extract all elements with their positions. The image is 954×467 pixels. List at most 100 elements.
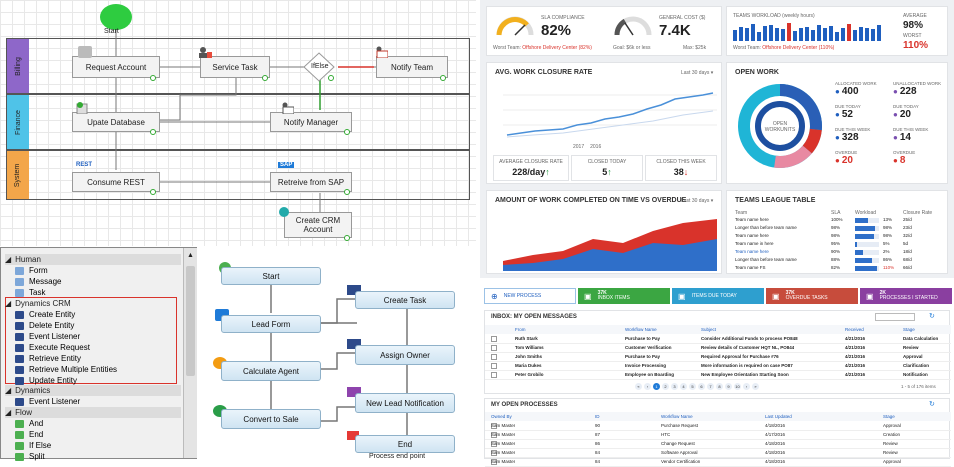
node-consume-rest[interactable]: Consume REST (72, 172, 160, 192)
port-dot[interactable] (344, 129, 350, 135)
inbox-search-input[interactable] (875, 313, 915, 321)
group-flow[interactable]: ◢ Flow (5, 407, 181, 418)
summary-tile[interactable]: ▣ ITEMS DUE TODAY (672, 288, 764, 304)
toolbox-item[interactable]: Retrieve Multiple Entities (15, 364, 117, 375)
closure-range-dropdown[interactable]: Last 30 days ▾ (681, 70, 713, 76)
toolbox-item[interactable]: Create Entity (15, 309, 75, 320)
pager-button[interactable]: 5 (689, 383, 696, 390)
column-header[interactable]: Stage (883, 414, 895, 419)
column-header[interactable]: Workflow Name (625, 327, 657, 332)
node-update-database[interactable]: Upate Database (72, 112, 160, 132)
league-row[interactable]: Longer than before team name 98% 98% 23/d (727, 225, 949, 233)
pager-button[interactable]: 9 (725, 383, 732, 390)
pager-button[interactable]: 2 (662, 383, 669, 390)
league-row[interactable]: Team name FS 82% 110% 66/d (727, 265, 949, 273)
column-header[interactable]: ID (595, 414, 600, 419)
league-row[interactable]: Team name here 90% 2% 18/d (727, 249, 949, 257)
column-header[interactable]: Stage (903, 327, 915, 332)
port-dot[interactable] (328, 75, 334, 81)
flow-new-lead[interactable]: New Lead Notification (355, 393, 455, 413)
workload-meter (855, 250, 879, 255)
start-circle[interactable] (100, 4, 132, 30)
flow-end[interactable]: End (355, 435, 455, 453)
pager-button[interactable]: 10 (734, 383, 741, 390)
refresh-icon[interactable]: ↻ (929, 312, 935, 320)
pager-button[interactable]: « (635, 383, 642, 390)
table-cell: 84 (595, 459, 601, 464)
column-header[interactable]: Last Updated (765, 414, 792, 419)
toolbox-scrollbar[interactable]: ▲ (183, 248, 197, 458)
node-service-task[interactable]: Service Task (200, 56, 270, 78)
flow-start[interactable]: Start (221, 267, 321, 285)
column-header[interactable]: From (515, 327, 526, 332)
summary-tile[interactable]: ▣ 2K PROCESSES I STARTED (860, 288, 952, 304)
toolbox-item[interactable]: Form (15, 265, 48, 276)
pager-button[interactable]: 6 (698, 383, 705, 390)
scrollbar-thumb[interactable] (186, 266, 195, 376)
column-header[interactable]: Owned By (491, 414, 512, 419)
open-work-item-value: ● 8 (893, 155, 906, 166)
port-dot[interactable] (344, 235, 350, 241)
node-create-crm[interactable]: Create CRM Account (284, 212, 352, 238)
row-checkbox[interactable] (491, 335, 497, 342)
row-checkbox[interactable] (491, 353, 497, 360)
node-retreive-sap[interactable]: Retreive from SAP (270, 172, 352, 192)
node-request-account[interactable]: Request Account (72, 56, 160, 78)
node-notify-manager[interactable]: Notify Manager (270, 112, 352, 132)
toolbox-item[interactable]: If Else (15, 440, 51, 451)
toolbox-item[interactable]: Event Listener (15, 396, 80, 407)
toolbox-item[interactable]: Retrieve Entity (15, 353, 81, 364)
toolbox-item[interactable]: End (15, 429, 43, 440)
league-row[interactable]: Team name in here 95% 5% 5d (727, 241, 949, 249)
workload-meter-fill (855, 242, 858, 247)
port-dot[interactable] (150, 75, 156, 81)
group-dynamics[interactable]: ◢ Dynamics (5, 385, 181, 396)
toolbox-item[interactable]: Message (15, 276, 61, 287)
pager-button[interactable]: 3 (671, 383, 678, 390)
toolbox-item[interactable]: Split (15, 451, 45, 462)
flow-convert-sale[interactable]: Convert to Sale (221, 409, 321, 429)
summary-tile[interactable]: ▣ 37K OVERDUE TASKS (766, 288, 858, 304)
workload-bar (871, 29, 875, 41)
toolbox-item[interactable]: And (15, 418, 43, 429)
pager-button[interactable]: 7 (707, 383, 714, 390)
column-header[interactable]: Workflow Name (661, 414, 693, 419)
table-row[interactable]: Peter Grobilo Employee on Boarding New Emp… (485, 370, 951, 380)
row-checkbox[interactable] (491, 371, 497, 378)
refresh-icon[interactable]: ↻ (929, 400, 935, 408)
overdue-range-dropdown[interactable]: Last 30 days ▾ (681, 198, 713, 204)
league-row[interactable]: Team name here 100% 13% 25/d (727, 217, 949, 225)
pager-button[interactable]: ‹ (644, 383, 651, 390)
port-dot[interactable] (262, 75, 268, 81)
flow-lead-form[interactable]: Lead Form (221, 315, 321, 333)
league-rate: 23/d (903, 225, 912, 230)
pager-button[interactable]: 8 (716, 383, 723, 390)
column-header[interactable]: Received (845, 327, 864, 332)
row-checkbox[interactable] (491, 344, 497, 351)
pager-button[interactable]: › (743, 383, 750, 390)
pager-button[interactable]: 1 (653, 383, 660, 390)
scroll-up-icon[interactable]: ▲ (187, 252, 194, 259)
port-dot[interactable] (150, 189, 156, 195)
pager-button[interactable]: 4 (680, 383, 687, 390)
table-cell: Customer Verification (625, 345, 672, 350)
summary-tile[interactable]: ▣ 37K INBOX ITEMS (578, 288, 670, 304)
group-dynamics-crm[interactable]: ◢ Dynamics CRM (5, 298, 181, 309)
toolbox-item[interactable]: Event Listener (15, 331, 80, 342)
flow-calculate-agent[interactable]: Calculate Agent (221, 361, 321, 381)
row-checkbox[interactable] (491, 362, 497, 369)
new-process-button[interactable]: ⊕ NEW PROCESS (484, 288, 576, 304)
league-row[interactable]: Team name here 98% 98% 32/d (727, 233, 949, 241)
pager-button[interactable]: » (752, 383, 759, 390)
toolbox-item[interactable]: Execute Request (15, 342, 90, 353)
column-header[interactable]: Subject (701, 327, 716, 332)
node-notify-team[interactable]: Notify Team (376, 56, 448, 78)
port-dot[interactable] (150, 129, 156, 135)
port-dot[interactable] (440, 75, 446, 81)
group-human[interactable]: ◢ Human (5, 254, 181, 265)
toolbox-item[interactable]: Delete Entity (15, 320, 74, 331)
port-dot[interactable] (344, 189, 350, 195)
league-row[interactable]: Longer than before team name 88% 86% 68/d (727, 257, 949, 265)
flow-create-task[interactable]: Create Task (355, 291, 455, 309)
flow-assign-owner[interactable]: Assign Owner (355, 345, 455, 365)
